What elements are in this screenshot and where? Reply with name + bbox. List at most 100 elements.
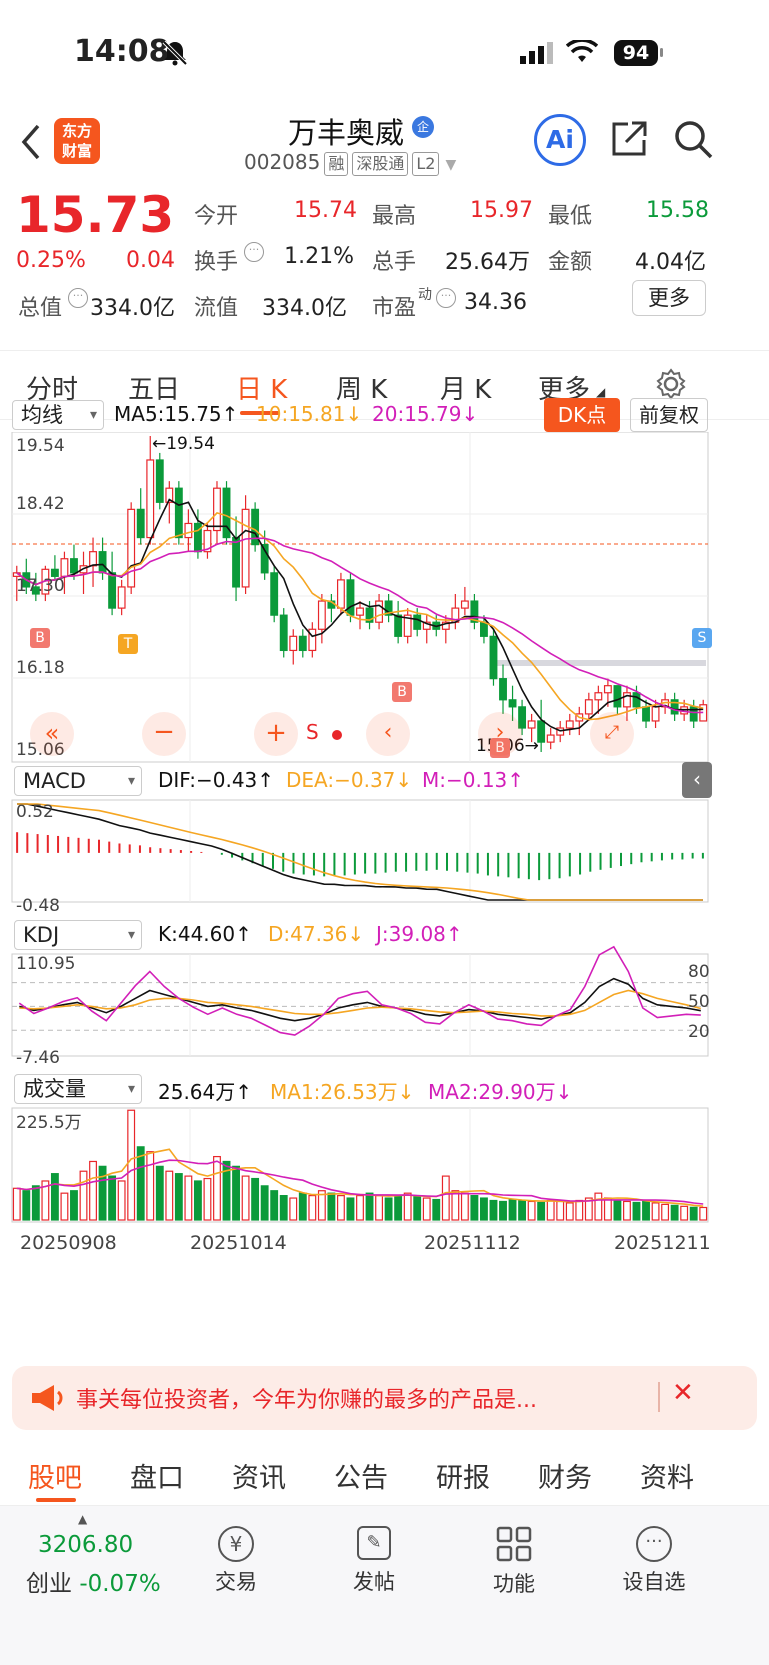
info-icon[interactable]: ··· <box>244 242 264 262</box>
more-triangle-icon: ◢ <box>596 385 606 399</box>
volume-bar <box>384 1197 393 1221</box>
panel-frame <box>11 799 709 903</box>
grid-icon <box>496 1526 532 1562</box>
last-price: 15.73 <box>16 186 175 244</box>
adjust-button[interactable]: 前复权 <box>630 398 708 432</box>
volume-bar <box>70 1190 78 1221</box>
tab-research[interactable]: 研报 <box>436 1456 490 1495</box>
candle-body <box>184 522 193 539</box>
candle-body <box>70 558 78 574</box>
scroll-left-fast-icon[interactable]: « <box>30 712 74 756</box>
nav-trade[interactable]: ¥ 交易 <box>206 1526 266 1596</box>
tab-day-k[interactable]: 日 K <box>236 369 287 406</box>
stock-code-row: 002085 融深股通 L2 ▼ <box>244 150 456 176</box>
record-dot <box>332 730 342 740</box>
collapse-panel-button[interactable]: ‹ <box>682 762 712 798</box>
tab-five-day[interactable]: 五日 <box>128 369 180 406</box>
volume-bar <box>699 1206 708 1221</box>
tab-finance[interactable]: 财务 <box>538 1456 592 1495</box>
volume-bar <box>546 1199 555 1221</box>
candle-body <box>346 579 355 616</box>
nav-post[interactable]: ✎ 发帖 <box>344 1526 404 1596</box>
volume-label: 总手 <box>372 250 417 275</box>
tab-announcement[interactable]: 公告 <box>334 1456 388 1495</box>
buy-signal[interactable]: B <box>392 682 412 702</box>
volume-bar <box>518 1199 527 1221</box>
candle-body <box>270 572 279 616</box>
t-signal[interactable]: T <box>118 634 138 654</box>
tab-profile[interactable]: 资料 <box>640 1456 694 1495</box>
turnover-value: 1.21% <box>284 244 354 269</box>
promo-banner[interactable]: 事关每位投资者，今年为你赚的最多的产品是... ✕ <box>12 1366 757 1430</box>
candle-body <box>146 459 155 539</box>
volume-bar <box>298 1192 307 1221</box>
step-left-icon[interactable]: ‹ <box>366 712 410 756</box>
zoom-in-icon[interactable]: + <box>254 712 298 756</box>
tab-pankou[interactable]: 盘口 <box>130 1456 184 1495</box>
close-icon[interactable]: ✕ <box>672 1378 694 1408</box>
candle-body <box>642 706 650 722</box>
step-right-icon[interactable]: › <box>478 712 522 756</box>
nav-function[interactable]: 功能 <box>484 1526 544 1598</box>
kdj-level: 50 <box>688 992 710 1012</box>
chevron-down-icon[interactable]: ▼ <box>445 157 456 173</box>
more-button[interactable]: 更多 <box>632 280 706 316</box>
ai-assistant-button[interactable]: Ai <box>534 114 586 166</box>
candle-body <box>565 720 574 729</box>
edit-icon: ✎ <box>357 1526 391 1560</box>
volume-bar <box>165 1170 174 1221</box>
volume-select[interactable]: 成交量 <box>14 1074 142 1104</box>
tab-news[interactable]: 资讯 <box>232 1456 286 1495</box>
candle-body <box>174 487 183 539</box>
s-marker: S <box>306 720 319 744</box>
fullscreen-icon[interactable]: ⤢ <box>590 712 634 756</box>
volume-bar <box>613 1199 622 1221</box>
quote-panel: 15.73 0.25% 0.04 今开 15.74 最高 15.97 最低 15… <box>0 186 769 350</box>
volume-bar <box>508 1198 517 1221</box>
tab-active-indicator <box>36 1498 76 1502</box>
kline-chart[interactable] <box>0 432 769 1262</box>
nav-post-label: 发帖 <box>353 1570 395 1594</box>
macd-bottom: -0.48 <box>16 896 60 916</box>
candle-body <box>499 678 507 701</box>
candle-body <box>651 706 660 722</box>
tab-month-k[interactable]: 月 K <box>440 369 491 406</box>
candle-body <box>546 734 555 743</box>
share-icon[interactable] <box>610 118 650 158</box>
candle-body <box>251 508 260 546</box>
buy-signal[interactable]: B <box>30 628 50 648</box>
zoom-out-icon[interactable]: − <box>142 712 186 756</box>
kdj-k-line <box>19 977 701 1022</box>
vol-ma1: MA1:26.53万↓ <box>270 1080 415 1104</box>
panel-frame <box>11 953 709 1057</box>
dk-point-button[interactable]: DK点 <box>544 398 620 432</box>
macd-select[interactable]: MACD <box>14 766 142 796</box>
turnover-label: 换手 <box>194 250 239 275</box>
back-arrow-icon[interactable] <box>18 122 44 162</box>
kdj-select[interactable]: KDJ <box>14 920 142 950</box>
candle-body <box>317 600 326 630</box>
settings-gear-icon[interactable] <box>654 367 688 401</box>
tab-week-k[interactable]: 周 K <box>336 369 387 406</box>
candle-body <box>632 692 641 708</box>
more-circle-icon: ··· <box>636 1526 672 1562</box>
search-icon[interactable] <box>672 118 714 160</box>
volume-bar <box>575 1199 584 1221</box>
status-bar: 14:08 94 <box>0 0 769 110</box>
nav-watchlist[interactable]: ··· 设自选 <box>614 1526 694 1596</box>
sell-signal[interactable]: S <box>692 628 712 648</box>
macd-m: M:−0.13↑ <box>422 768 525 792</box>
change-percent: 0.25% <box>16 248 86 273</box>
volume-bar <box>260 1185 269 1221</box>
amount-value: 4.04亿 <box>635 250 706 275</box>
tab-guba[interactable]: 股吧 <box>28 1456 82 1495</box>
index-change[interactable]: 创业 -0.07% <box>26 1564 161 1598</box>
indicator-select[interactable]: 均线 <box>12 400 104 430</box>
info-icon[interactable]: ··· <box>436 288 456 308</box>
info-icon[interactable]: ··· <box>68 288 88 308</box>
candle-body <box>232 536 240 588</box>
volume-bar <box>661 1203 670 1221</box>
enterprise-badge: 企 <box>412 116 434 138</box>
kdj-level: 20 <box>688 1022 710 1042</box>
low-value: 15.58 <box>646 198 709 223</box>
